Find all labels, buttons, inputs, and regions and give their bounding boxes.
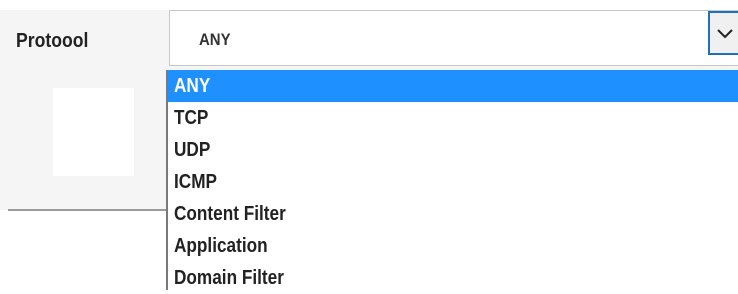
protocol-label: Protoool [16,30,89,52]
option-udp[interactable]: UDP [168,134,738,166]
option-label: Application [174,235,268,257]
protocol-select-value: ANY [199,30,231,49]
blank-area [53,88,134,176]
option-label: Domain Filter [174,267,284,289]
option-domain-filter[interactable]: Domain Filter [168,262,738,294]
option-icmp[interactable]: ICMP [168,166,738,198]
option-any[interactable]: ANY [168,70,738,102]
option-label: Content Filter [174,203,286,225]
protocol-select[interactable]: ANY [169,10,738,66]
option-application[interactable]: Application [168,230,738,262]
option-content-filter[interactable]: Content Filter [168,198,738,230]
option-label: TCP [174,107,209,129]
option-label: ICMP [174,171,217,193]
protocol-dropdown-list: ANY TCP UDP ICMP Content Filter Applicat… [166,70,738,290]
select-dropdown-button[interactable] [708,11,738,55]
divider [8,209,170,211]
option-label: ANY [174,75,211,97]
option-tcp[interactable]: TCP [168,102,738,134]
chevron-down-icon [717,29,733,39]
option-label: UDP [174,139,211,161]
